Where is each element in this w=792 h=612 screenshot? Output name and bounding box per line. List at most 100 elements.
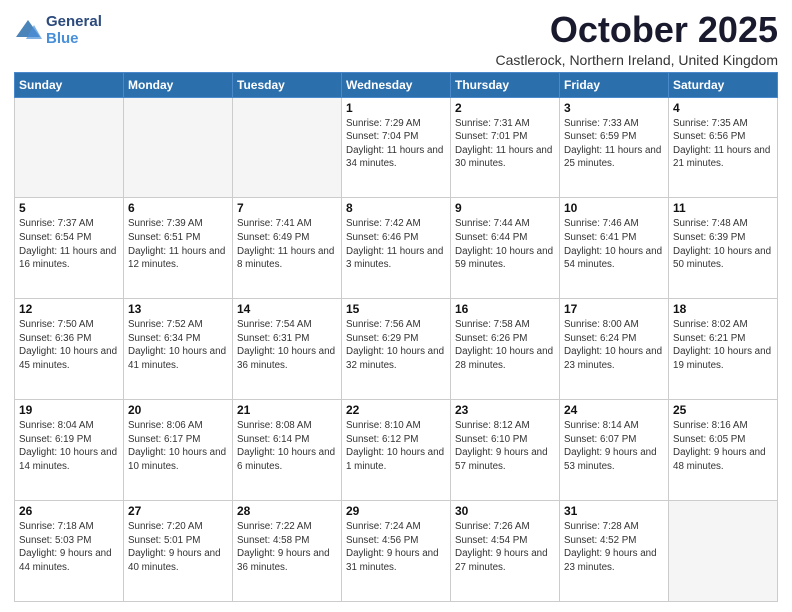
logo-icon [14,17,42,45]
day-number: 26 [19,504,119,518]
day-number: 30 [455,504,555,518]
table-cell: 23 Sunrise: 8:12 AM Sunset: 6:10 PM Dayli… [451,400,560,501]
col-tuesday: Tuesday [233,72,342,97]
table-cell: 10 Sunrise: 7:46 AM Sunset: 6:41 PM Dayli… [560,198,669,299]
day-info: Sunrise: 8:04 AM Sunset: 6:19 PM Dayligh… [19,419,119,473]
day-number: 5 [19,201,119,215]
table-cell: 14 Sunrise: 7:54 AM Sunset: 6:31 PM Dayli… [233,299,342,400]
day-info: Sunrise: 7:29 AM Sunset: 7:04 PM Dayligh… [346,117,446,171]
week-row-1: 1Sunrise: 7:29 AM Sunset: 7:04 PM Daylig… [15,97,778,198]
table-cell: 15 Sunrise: 7:56 AM Sunset: 6:29 PM Dayli… [342,299,451,400]
day-number: 11 [673,201,773,215]
table-cell: 3Sunrise: 7:33 AM Sunset: 6:59 PM Daylig… [560,97,669,198]
day-info: Sunrise: 8:00 AM Sunset: 6:24 PM Dayligh… [564,318,664,372]
day-info: Sunrise: 7:48 AM Sunset: 6:39 PM Dayligh… [673,217,773,271]
day-number: 10 [564,201,664,215]
day-number: 6 [128,201,228,215]
day-info: Sunrise: 7:20 AM Sunset: 5:01 PM Dayligh… [128,520,228,574]
table-cell: 2 Sunrise: 7:31 AM Sunset: 7:01 PM Daylig… [451,97,560,198]
day-number: 31 [564,504,664,518]
day-info: Sunrise: 7:46 AM Sunset: 6:41 PM Dayligh… [564,217,664,271]
table-cell [233,97,342,198]
day-number: 27 [128,504,228,518]
day-number: 13 [128,302,228,316]
col-wednesday: Wednesday [342,72,451,97]
table-cell: 18Sunrise: 8:02 AM Sunset: 6:21 PM Dayli… [669,299,778,400]
table-cell: 9 Sunrise: 7:44 AM Sunset: 6:44 PM Daylig… [451,198,560,299]
day-number: 17 [564,302,664,316]
table-cell: 16 Sunrise: 7:58 AM Sunset: 6:26 PM Dayli… [451,299,560,400]
col-saturday: Saturday [669,72,778,97]
day-info: Sunrise: 8:06 AM Sunset: 6:17 PM Dayligh… [128,419,228,473]
day-info: Sunrise: 7:18 AM Sunset: 5:03 PM Dayligh… [19,520,119,574]
day-info: Sunrise: 8:14 AM Sunset: 6:07 PM Dayligh… [564,419,664,473]
day-info: Sunrise: 7:56 AM Sunset: 6:29 PM Dayligh… [346,318,446,372]
col-monday: Monday [124,72,233,97]
day-info: Sunrise: 7:50 AM Sunset: 6:36 PM Dayligh… [19,318,119,372]
day-info: Sunrise: 8:12 AM Sunset: 6:10 PM Dayligh… [455,419,555,473]
table-cell: 13 Sunrise: 7:52 AM Sunset: 6:34 PM Dayli… [124,299,233,400]
day-info: Sunrise: 8:16 AM Sunset: 6:05 PM Dayligh… [673,419,773,473]
day-number: 20 [128,403,228,417]
day-number: 7 [237,201,337,215]
table-cell: 12 Sunrise: 7:50 AM Sunset: 6:36 PM Dayli… [15,299,124,400]
table-cell: 29Sunrise: 7:24 AM Sunset: 4:56 PM Dayli… [342,501,451,602]
day-info: Sunrise: 7:52 AM Sunset: 6:34 PM Dayligh… [128,318,228,372]
day-info: Sunrise: 7:41 AM Sunset: 6:49 PM Dayligh… [237,217,337,271]
day-info: Sunrise: 7:35 AM Sunset: 6:56 PM Dayligh… [673,117,773,171]
logo-general-text: General [46,14,102,31]
day-info: Sunrise: 7:44 AM Sunset: 6:44 PM Dayligh… [455,217,555,271]
table-cell: 19 Sunrise: 8:04 AM Sunset: 6:19 PM Dayli… [15,400,124,501]
day-number: 9 [455,201,555,215]
table-cell: 11 Sunrise: 7:48 AM Sunset: 6:39 PM Dayli… [669,198,778,299]
day-number: 18 [673,302,773,316]
table-cell: 6Sunrise: 7:39 AM Sunset: 6:51 PM Daylig… [124,198,233,299]
table-cell: 26 Sunrise: 7:18 AM Sunset: 5:03 PM Dayli… [15,501,124,602]
day-info: Sunrise: 7:37 AM Sunset: 6:54 PM Dayligh… [19,217,119,271]
table-cell: 1Sunrise: 7:29 AM Sunset: 7:04 PM Daylig… [342,97,451,198]
day-info: Sunrise: 7:54 AM Sunset: 6:31 PM Dayligh… [237,318,337,372]
day-info: Sunrise: 7:31 AM Sunset: 7:01 PM Dayligh… [455,117,555,171]
day-number: 14 [237,302,337,316]
table-cell: 7 Sunrise: 7:41 AM Sunset: 6:49 PM Daylig… [233,198,342,299]
week-row-2: 5 Sunrise: 7:37 AM Sunset: 6:54 PM Daylig… [15,198,778,299]
logo-blue-text: Blue [46,31,102,48]
table-cell: 28Sunrise: 7:22 AM Sunset: 4:58 PM Dayli… [233,501,342,602]
table-cell: 5 Sunrise: 7:37 AM Sunset: 6:54 PM Daylig… [15,198,124,299]
day-info: Sunrise: 8:08 AM Sunset: 6:14 PM Dayligh… [237,419,337,473]
calendar-header-row: Sunday Monday Tuesday Wednesday Thursday… [15,72,778,97]
day-info: Sunrise: 8:10 AM Sunset: 6:12 PM Dayligh… [346,419,446,473]
table-cell: 17 Sunrise: 8:00 AM Sunset: 6:24 PM Dayli… [560,299,669,400]
table-cell: 20 Sunrise: 8:06 AM Sunset: 6:17 PM Dayli… [124,400,233,501]
week-row-4: 19 Sunrise: 8:04 AM Sunset: 6:19 PM Dayli… [15,400,778,501]
day-number: 2 [455,101,555,115]
logo: General Blue [14,14,102,47]
day-number: 21 [237,403,337,417]
day-info: Sunrise: 7:26 AM Sunset: 4:54 PM Dayligh… [455,520,555,574]
table-cell: 22 Sunrise: 8:10 AM Sunset: 6:12 PM Dayli… [342,400,451,501]
col-thursday: Thursday [451,72,560,97]
table-cell: 30 Sunrise: 7:26 AM Sunset: 4:54 PM Dayli… [451,501,560,602]
day-info: Sunrise: 7:42 AM Sunset: 6:46 PM Dayligh… [346,217,446,271]
table-cell: 24Sunrise: 8:14 AM Sunset: 6:07 PM Dayli… [560,400,669,501]
day-number: 15 [346,302,446,316]
header: General Blue October 2025 Castlerock, No… [14,10,778,68]
table-cell: 8Sunrise: 7:42 AM Sunset: 6:46 PM Daylig… [342,198,451,299]
table-cell [15,97,124,198]
day-number: 3 [564,101,664,115]
day-number: 28 [237,504,337,518]
col-friday: Friday [560,72,669,97]
day-number: 16 [455,302,555,316]
day-number: 12 [19,302,119,316]
calendar-table: Sunday Monday Tuesday Wednesday Thursday… [14,72,778,602]
logo-text: General Blue [46,14,102,47]
week-row-5: 26 Sunrise: 7:18 AM Sunset: 5:03 PM Dayli… [15,501,778,602]
day-info: Sunrise: 7:58 AM Sunset: 6:26 PM Dayligh… [455,318,555,372]
table-cell: 21 Sunrise: 8:08 AM Sunset: 6:14 PM Dayli… [233,400,342,501]
day-number: 4 [673,101,773,115]
page: General Blue October 2025 Castlerock, No… [0,0,792,612]
day-number: 23 [455,403,555,417]
table-cell: 27 Sunrise: 7:20 AM Sunset: 5:01 PM Dayli… [124,501,233,602]
day-number: 22 [346,403,446,417]
day-number: 19 [19,403,119,417]
